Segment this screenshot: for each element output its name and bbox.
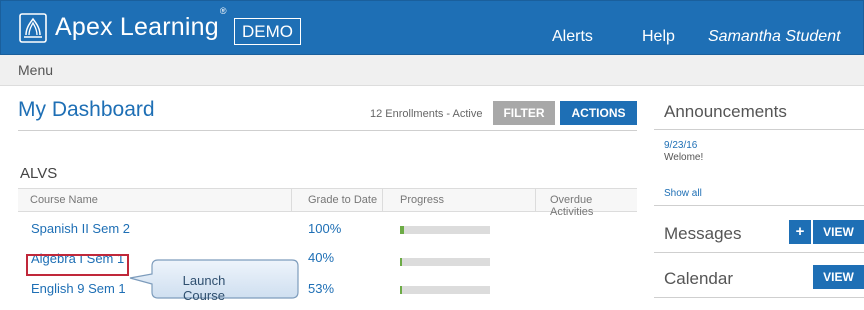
sidebar-divider (654, 252, 864, 253)
menu-bar: Menu (0, 55, 864, 86)
progress-bar (400, 258, 490, 266)
nav-user-name[interactable]: Samantha Student (708, 28, 841, 46)
announcement-date: 9/23/16 (664, 140, 698, 151)
callout-label: Launch Course (182, 273, 226, 303)
progress-fill (400, 258, 402, 266)
menu-button[interactable]: Menu (18, 62, 53, 78)
course-link[interactable]: English 9 Sem 1 (31, 281, 126, 296)
section-title: ALVS (20, 165, 58, 182)
brand-text: Apex Learning (55, 13, 219, 41)
add-message-button[interactable]: + (789, 220, 811, 244)
announcements-title: Announcements (664, 102, 787, 121)
messages-title: Messages (664, 224, 742, 243)
course-link[interactable]: Spanish II Sem 2 (31, 221, 130, 236)
table-row: English 9 Sem 1 53% (18, 278, 637, 310)
show-all-link[interactable]: Show all (664, 188, 702, 199)
enrollment-count: 12 Enrollments - Active (370, 108, 483, 120)
progress-bar (400, 286, 490, 294)
column-divider (535, 189, 536, 211)
column-divider (382, 189, 383, 211)
progress-fill (400, 286, 402, 294)
course-table: Course Name Grade to Date Progress Overd… (18, 188, 637, 310)
grade-value: 53% (308, 281, 335, 296)
top-header-bar: Apex Learning® DEMO Alerts Help Samantha… (0, 0, 864, 55)
grade-value: 100% (308, 221, 342, 236)
sidebar-divider (654, 129, 864, 130)
brand-name: Apex Learning® (55, 6, 227, 42)
grade-value: 40% (308, 250, 335, 265)
column-divider (291, 189, 292, 211)
column-header-progress[interactable]: Progress (400, 194, 444, 206)
calendar-title: Calendar (664, 269, 733, 288)
actions-button[interactable]: ACTIONS (560, 101, 637, 125)
view-calendar-button[interactable]: VIEW (813, 265, 864, 289)
view-messages-button[interactable]: VIEW (813, 220, 864, 244)
filter-button[interactable]: FILTER (493, 101, 555, 125)
nav-alerts-link[interactable]: Alerts (552, 28, 593, 46)
page-title: My Dashboard (18, 98, 155, 121)
highlight-box (26, 254, 129, 276)
sidebar-divider (654, 297, 864, 298)
progress-fill (400, 226, 404, 234)
apex-logo-icon (19, 13, 47, 43)
column-header-grade[interactable]: Grade to Date (308, 194, 377, 206)
column-header-course[interactable]: Course Name (30, 194, 98, 206)
heading-divider (18, 130, 637, 131)
sidebar-divider (654, 205, 864, 206)
registered-mark: ® (219, 5, 227, 16)
table-header: Course Name Grade to Date Progress Overd… (18, 188, 637, 218)
demo-badge: DEMO (234, 18, 301, 45)
announcement-text: Welome! (664, 152, 704, 163)
nav-help-link[interactable]: Help (642, 28, 675, 46)
table-row: Spanish II Sem 2 100% (18, 212, 637, 245)
progress-bar (400, 226, 490, 234)
